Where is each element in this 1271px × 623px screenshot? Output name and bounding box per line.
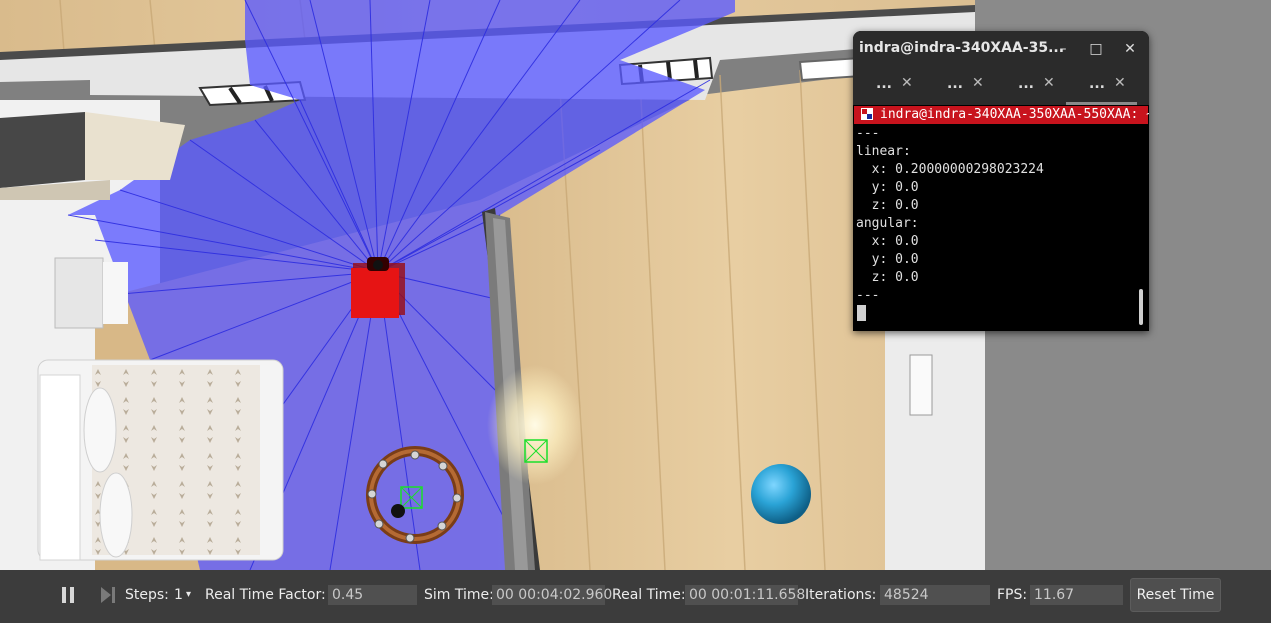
fps-field[interactable]: 11.67 (1030, 585, 1123, 605)
pause-icon[interactable] (61, 586, 75, 604)
fps-label: FPS: (997, 587, 1028, 603)
steps-value[interactable]: 1 (174, 585, 183, 605)
terminal-line: linear: (856, 144, 911, 159)
split-pane-icon (861, 108, 873, 120)
tab-close-icon[interactable]: ✕ (1114, 75, 1126, 91)
tab-close-icon[interactable]: ✕ (901, 75, 913, 91)
terminal-line: z: 0.0 (856, 198, 919, 213)
reset-time-button[interactable]: Reset Time (1130, 578, 1221, 612)
tab-close-icon[interactable]: ✕ (1043, 75, 1055, 91)
terminal-line: x: 0.20000000298023224 (856, 162, 1044, 177)
shelf-dark (0, 112, 85, 188)
right-wall-panel (909, 354, 933, 416)
terminal-title: indra@indra-340XAA-35... (859, 40, 1065, 56)
terminal-tab-bar: ... ✕ ... ✕ ... ✕ ... ✕ (853, 67, 1149, 105)
close-icon[interactable]: ✕ (1119, 38, 1141, 60)
terminal-tab-2[interactable]: ... ✕ (924, 67, 995, 105)
outside-area (985, 330, 1271, 570)
iterations-label: Iterations: (805, 587, 877, 603)
real-time-factor-field[interactable]: 0.45 (328, 585, 417, 605)
light-glow (487, 365, 583, 485)
tab-label: ... (947, 76, 963, 92)
maximize-icon[interactable]: □ (1085, 38, 1107, 60)
terminal-tab-4[interactable]: ... ✕ (1066, 67, 1137, 105)
terminal-scrollbar[interactable] (1139, 289, 1143, 325)
terminal-window[interactable]: indra@indra-340XAA-35... – □ ✕ ... ✕ ...… (853, 31, 1149, 331)
bed (37, 359, 284, 561)
blue-sphere[interactable] (751, 464, 811, 524)
tab-label: ... (876, 76, 892, 92)
sim-time-label: Sim Time: (424, 587, 494, 603)
terminal-line: --- (856, 288, 880, 303)
step-icon[interactable] (100, 586, 116, 604)
sim-time-field[interactable]: 00 00:04:02.960 (492, 585, 612, 605)
tab-label: ... (1089, 76, 1105, 92)
red-robot[interactable] (351, 257, 405, 318)
terminal-output[interactable]: --- linear: x: 0.20000000298023224 y: 0.… (856, 125, 1136, 305)
terminal-tab-1[interactable]: ... ✕ (853, 67, 924, 105)
real-time-factor-label: Real Time Factor: (205, 587, 326, 603)
tab-close-icon[interactable]: ✕ (972, 75, 984, 91)
terminal-pane-header[interactable]: indra@indra-340XAA-350XAA-550XAA: ~ (854, 106, 1149, 124)
steps-label: Steps: (125, 587, 169, 603)
minimize-icon[interactable]: – (1052, 38, 1074, 60)
terminal-titlebar[interactable]: indra@indra-340XAA-35... – □ ✕ (853, 31, 1149, 67)
nightstand (54, 257, 104, 329)
terminal-line: y: 0.0 (856, 252, 919, 267)
tab-label: ... (1018, 76, 1034, 92)
iterations-field[interactable]: 48524 (880, 585, 990, 605)
simulation-toolbar: Steps: 1 ▾ Real Time Factor: 0.45 Sim Ti… (0, 570, 1271, 623)
real-time-field[interactable]: 00 00:01:11.658 (685, 585, 805, 605)
real-time-label: Real Time: (612, 587, 686, 603)
nightstand-side (103, 262, 128, 324)
terminal-tab-3[interactable]: ... ✕ (995, 67, 1066, 105)
terminal-line: angular: (856, 216, 919, 231)
terminal-line: y: 0.0 (856, 180, 919, 195)
right-wall-face (885, 330, 985, 570)
terminal-line: --- (856, 126, 880, 141)
chevron-down-icon[interactable]: ▾ (186, 585, 191, 605)
terminal-line: x: 0.0 (856, 234, 919, 249)
terminal-cursor (857, 305, 866, 321)
terminal-pane-title: indra@indra-340XAA-350XAA-550XAA: ~ (880, 107, 1149, 122)
terminal-line: z: 0.0 (856, 270, 919, 285)
